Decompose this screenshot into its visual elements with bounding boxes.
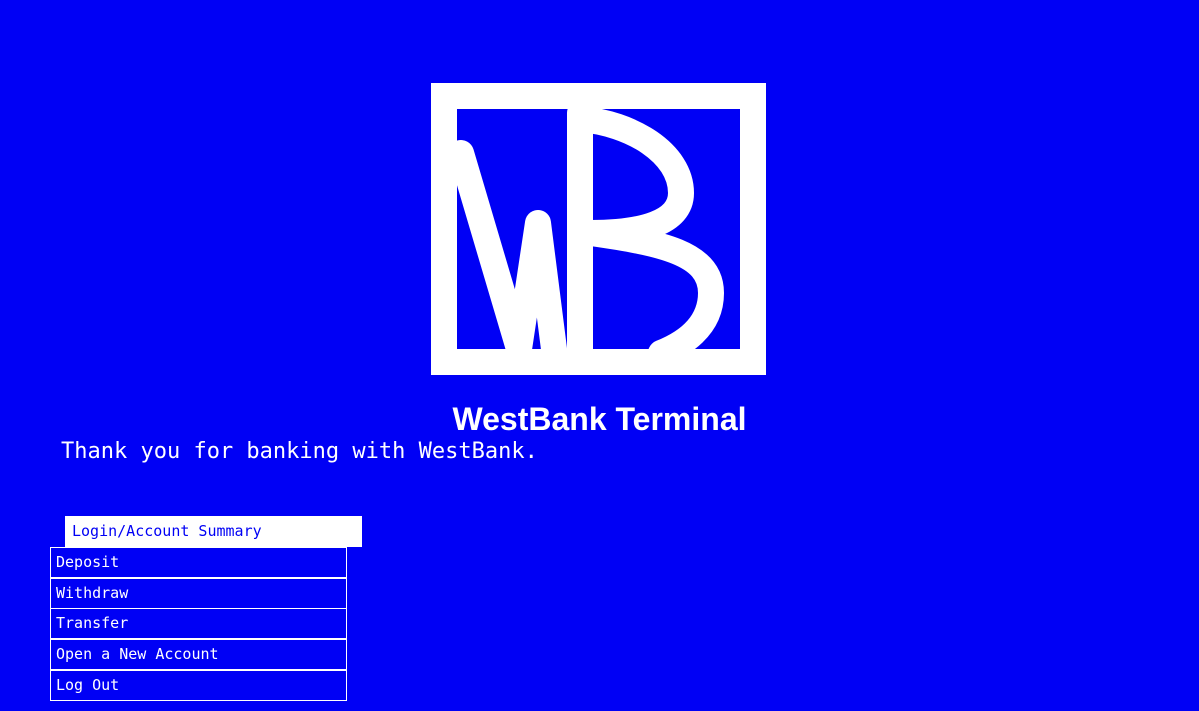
menu-item-open-new-account[interactable]: Open a New Account (50, 639, 347, 670)
menu-item-login-account-summary[interactable]: Login/Account Summary (65, 516, 362, 547)
westbank-logo-icon (431, 83, 766, 375)
status-message: Thank you for banking with WestBank. (61, 439, 538, 464)
app-title: WestBank Terminal (452, 401, 747, 437)
menu-item-deposit[interactable]: Deposit (50, 547, 347, 578)
menu-item-withdraw[interactable]: Withdraw (50, 578, 347, 609)
menu-item-log-out[interactable]: Log Out (50, 670, 347, 701)
menu-item-transfer[interactable]: Transfer (50, 608, 347, 639)
